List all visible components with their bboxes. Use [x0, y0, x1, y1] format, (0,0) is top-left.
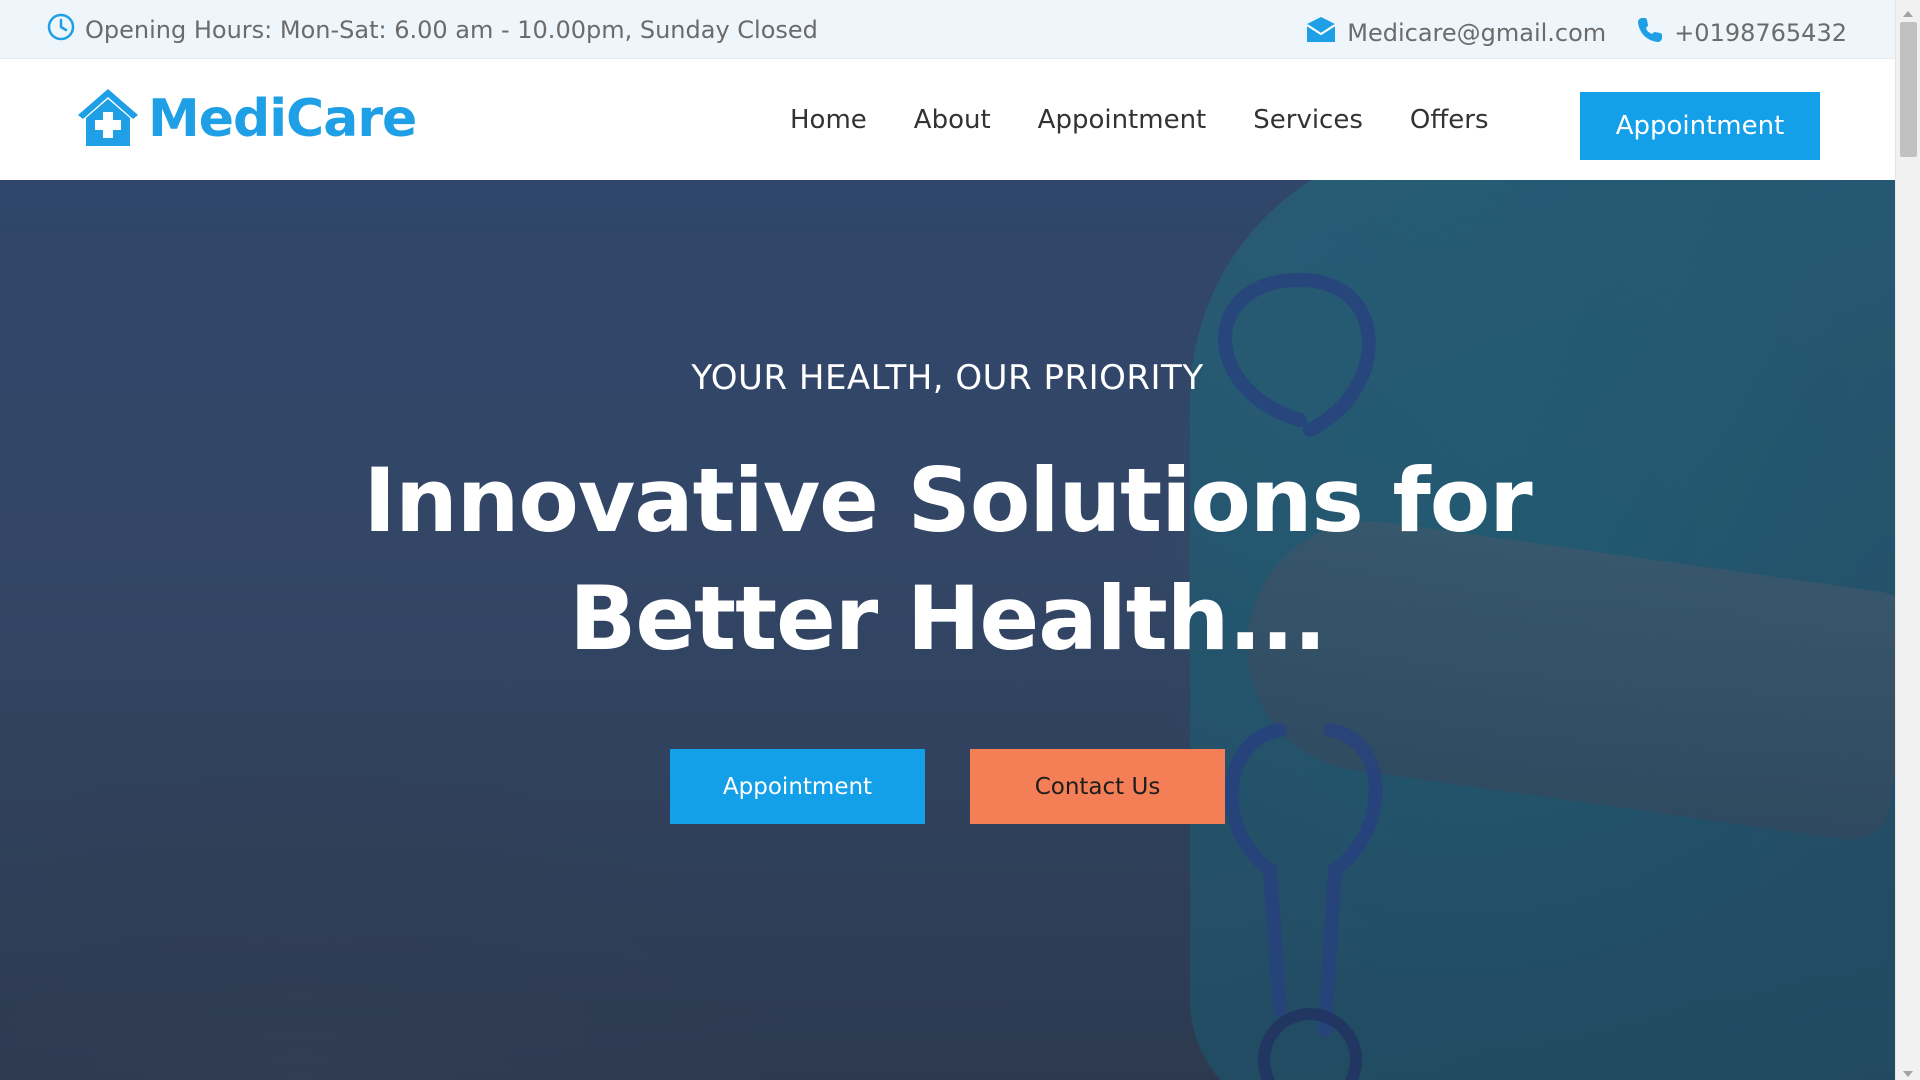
phone-link[interactable]: +0198765432 [1636, 16, 1847, 50]
main-nav: Home About Appointment Services Offers [790, 97, 1536, 143]
logo[interactable]: MediCare [74, 86, 417, 152]
nav-home[interactable]: Home [790, 105, 867, 135]
opening-hours: Opening Hours: Mon-Sat: 6.00 am - 10.00p… [47, 13, 818, 47]
envelope-icon [1305, 16, 1337, 50]
contact-info: Medicare@gmail.com +0198765432 [1305, 16, 1847, 50]
scroll-up-icon[interactable] [1902, 4, 1914, 23]
nav-services[interactable]: Services [1253, 105, 1363, 135]
page-scrollbar[interactable] [1895, 0, 1920, 1080]
clock-icon [47, 13, 75, 47]
email-text: Medicare@gmail.com [1347, 19, 1607, 47]
hero-contact-button[interactable]: Contact Us [970, 749, 1225, 824]
nav-appointment[interactable]: Appointment [1038, 105, 1207, 135]
phone-text: +0198765432 [1674, 19, 1847, 47]
hero-section: YOUR HEALTH, OUR PRIORITY Innovative Sol… [0, 180, 1895, 1080]
scroll-down-icon[interactable] [1902, 1064, 1914, 1080]
header-appointment-button[interactable]: Appointment [1580, 92, 1820, 160]
nav-offers[interactable]: Offers [1410, 105, 1489, 135]
house-medical-icon [74, 86, 142, 152]
hero-headline-line1: Innovative Solutions for [363, 449, 1532, 552]
logo-text: MediCare [148, 89, 417, 149]
site-header: MediCare Home About Appointment Services… [0, 59, 1895, 180]
phone-icon [1636, 16, 1664, 50]
hero-eyebrow: YOUR HEALTH, OUR PRIORITY [691, 358, 1204, 398]
top-info-bar: Opening Hours: Mon-Sat: 6.00 am - 10.00p… [0, 0, 1895, 59]
hero-headline-line2: Better Health... [569, 567, 1326, 670]
scrollbar-thumb[interactable] [1900, 22, 1917, 157]
hero-appointment-button[interactable]: Appointment [670, 749, 925, 824]
hero-headline: Innovative Solutions for Better Health..… [0, 442, 1895, 678]
opening-hours-text: Opening Hours: Mon-Sat: 6.00 am - 10.00p… [85, 16, 818, 44]
nav-about[interactable]: About [914, 105, 991, 135]
email-link[interactable]: Medicare@gmail.com [1305, 16, 1606, 50]
